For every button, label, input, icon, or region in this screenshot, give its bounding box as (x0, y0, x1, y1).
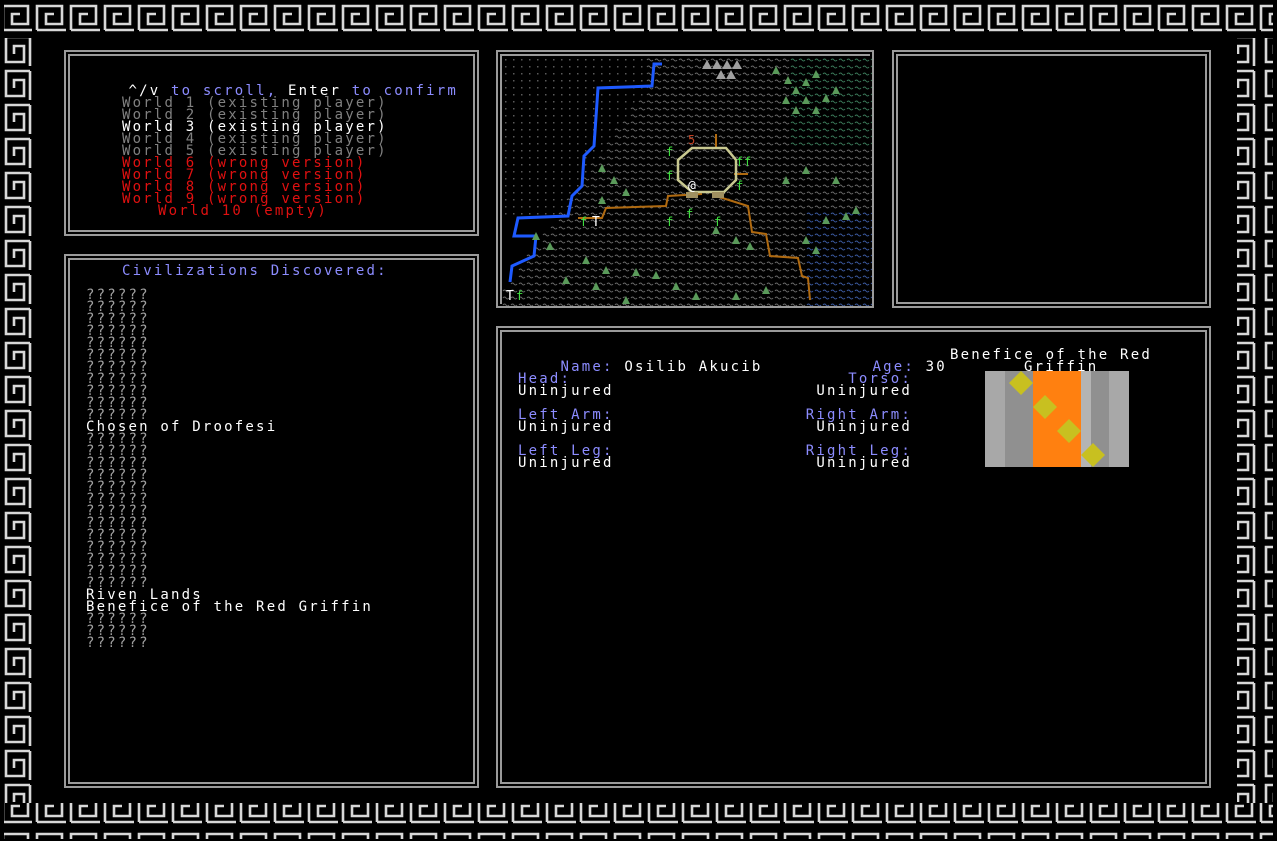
site-marker: 5 (688, 133, 695, 147)
body-part-status: Uninjured (518, 383, 614, 399)
world-map-panel: @ 5 T T ffffffffff (496, 50, 874, 308)
world-select-panel: ^/v to scroll, Enter to confirm World 1 … (64, 50, 479, 236)
body-part-head: Head: Uninjured (518, 372, 614, 399)
forest-marker: f (736, 179, 743, 193)
body-part-left-arm: Left Arm: Uninjured (518, 408, 614, 435)
character-name: Osilib Akucib (624, 359, 763, 375)
forest-marker: f (666, 145, 673, 159)
forest-marker: f (714, 215, 721, 229)
forest-marker: f (666, 215, 673, 229)
body-part-status: Uninjured (518, 419, 614, 435)
forest-marker: f (744, 155, 751, 169)
town-marker: T (592, 215, 600, 230)
body-part-status: Uninjured (816, 383, 912, 399)
body-part-right-arm: Right Arm: Uninjured (758, 408, 912, 435)
civilization-banner (985, 371, 1129, 467)
civilization-unknown: ?????? (86, 635, 150, 651)
body-part-left-leg: Left Leg: Uninjured (518, 444, 614, 471)
civilizations-title: Civilizations Discovered: (122, 263, 388, 279)
forest-marker: f (736, 155, 743, 169)
civilizations-panel: Civilizations Discovered: ??????????????… (64, 254, 479, 788)
forest-marker: f (580, 215, 587, 229)
body-part-torso: Torso: Uninjured (758, 372, 912, 399)
forest-marker: f (666, 169, 673, 183)
body-part-status: Uninjured (816, 455, 912, 471)
world-map[interactable]: @ 5 T T fff ffff fff (502, 56, 872, 306)
body-part-status: Uninjured (816, 419, 912, 435)
body-part-right-leg: Right Leg: Uninjured (758, 444, 912, 471)
character-panel: Name: Osilib Akucib Age: 30 Benefice of … (496, 326, 1211, 788)
character-age: 30 (925, 359, 947, 375)
world-item[interactable]: World 10 (empty) (158, 204, 328, 218)
player-marker: @ (688, 179, 696, 194)
forest-marker: f (686, 207, 693, 221)
body-part-status: Uninjured (518, 455, 614, 471)
preview-panel (892, 50, 1211, 308)
forest-marker: f (516, 289, 523, 303)
town-marker: T (506, 289, 514, 304)
